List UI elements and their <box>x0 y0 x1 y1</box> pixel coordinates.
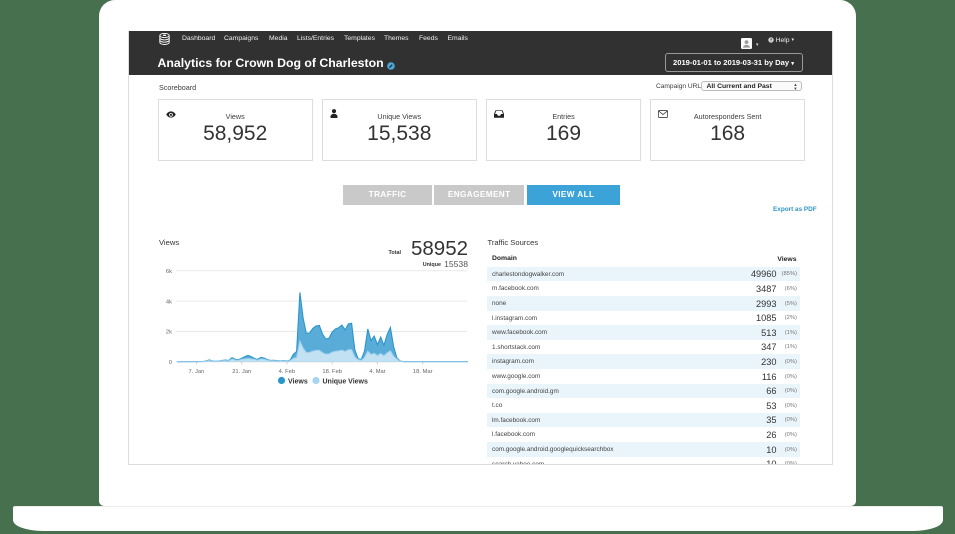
svg-text:6k: 6k <box>166 269 172 275</box>
svg-text:21. Jan: 21. Jan <box>232 369 251 375</box>
svg-text:4. Mar: 4. Mar <box>369 369 385 375</box>
svg-text:4. Feb: 4. Feb <box>279 369 295 375</box>
svg-text:4k: 4k <box>166 299 172 305</box>
svg-text:0: 0 <box>169 360 172 366</box>
svg-text:7. Jan: 7. Jan <box>189 369 205 375</box>
svg-text:Unique Views: Unique Views <box>323 378 368 385</box>
svg-text:18. Feb: 18. Feb <box>322 369 342 375</box>
svg-text:18. Mar: 18. Mar <box>413 369 433 375</box>
svg-text:2k: 2k <box>166 330 172 336</box>
svg-text:Views: Views <box>288 378 308 385</box>
svg-text:?: ? <box>769 37 772 42</box>
